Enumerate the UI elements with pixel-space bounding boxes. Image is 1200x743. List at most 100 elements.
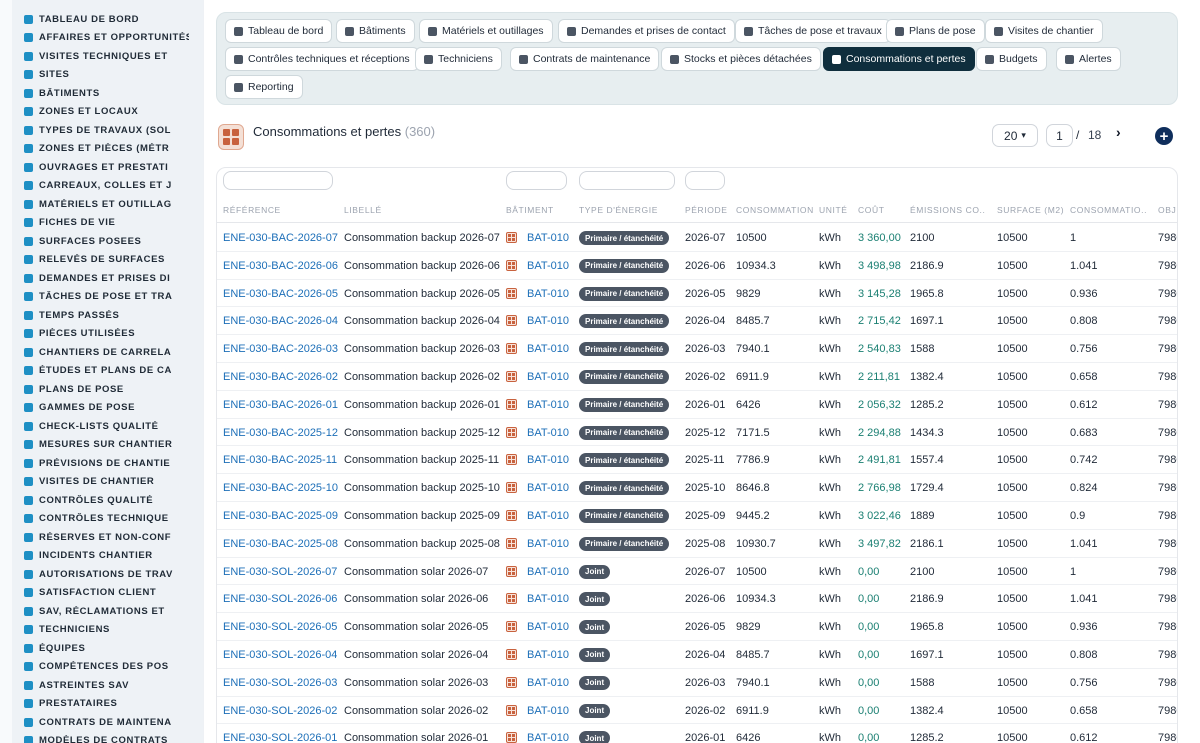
sidebar-item[interactable]: CONTRÔLES QUALITÉ (24, 491, 203, 510)
sidebar-item[interactable]: ÉQUIPES (24, 639, 203, 658)
tab[interactable]: Bâtiments (336, 19, 415, 43)
cell-building[interactable]: BAT-010 (527, 454, 569, 466)
sidebar-item[interactable]: PRÉVISIONS DE CHANTIE (24, 454, 203, 473)
cell-building[interactable]: BAT-010 (527, 371, 569, 383)
column-header[interactable]: BÂTIMENT (506, 205, 554, 215)
cell-ref[interactable]: ENE-030-BAC-2026-07 (223, 232, 338, 244)
sidebar-item[interactable]: SAV, RÉCLAMATIONS ET (24, 602, 203, 621)
table-row[interactable]: ENE-030-BAC-2026-04 Consommation backup 2… (217, 307, 1177, 336)
sidebar-item[interactable]: PLANS DE POSE (24, 380, 203, 399)
sidebar-item[interactable]: CHECK-LISTS QUALITÉ (24, 417, 203, 436)
tab[interactable]: Reporting (225, 75, 303, 99)
tab[interactable]: Plans de pose (886, 19, 985, 43)
sidebar-item[interactable]: TYPES DE TRAVAUX (SOL (24, 121, 203, 140)
tab[interactable]: Consommations et pertes (823, 47, 975, 71)
column-header[interactable]: UNITÉ (819, 205, 848, 215)
column-header[interactable]: OBJE (1158, 205, 1177, 215)
cell-ref[interactable]: ENE-030-SOL-2026-03 (223, 677, 337, 689)
table-row[interactable]: ENE-030-SOL-2026-02 Consommation solar 20… (217, 697, 1177, 725)
table-row[interactable]: ENE-030-BAC-2026-02 Consommation backup 2… (217, 363, 1177, 391)
cell-building[interactable]: BAT-010 (527, 649, 569, 661)
chevron-right-icon[interactable]: › (1116, 124, 1121, 140)
tab[interactable]: Alertes (1056, 47, 1121, 71)
sidebar-item[interactable]: PRESTATAIRES (24, 695, 203, 714)
column-header[interactable]: SURFACE (M2) (997, 205, 1064, 215)
table-row[interactable]: ENE-030-BAC-2025-11 Consommation backup 2… (217, 446, 1177, 475)
tab[interactable]: Techniciens (415, 47, 502, 71)
cell-ref[interactable]: ENE-030-BAC-2025-11 (223, 454, 337, 466)
cell-ref[interactable]: ENE-030-SOL-2026-02 (223, 705, 337, 717)
sidebar-item[interactable]: MATÉRIELS ET OUTILLAG (24, 195, 203, 214)
cell-ref[interactable]: ENE-030-BAC-2026-04 (223, 315, 338, 327)
filter-period-input[interactable] (685, 171, 725, 190)
filter-reference-input[interactable] (223, 171, 333, 190)
cell-ref[interactable]: ENE-030-BAC-2026-01 (223, 399, 338, 411)
sidebar-item[interactable]: CONTRATS DE MAINTENA (24, 713, 203, 732)
cell-ref[interactable]: ENE-030-BAC-2025-12 (223, 427, 338, 439)
tab[interactable]: Stocks et pièces détachées (661, 47, 821, 71)
cell-building[interactable]: BAT-010 (527, 315, 569, 327)
page-size-select[interactable]: 20 ▾ (992, 124, 1038, 147)
sidebar-item[interactable]: ZONES ET LOCAUX (24, 103, 203, 122)
column-header[interactable]: PÉRIODE (685, 205, 727, 215)
cell-building[interactable]: BAT-010 (527, 288, 569, 300)
column-header[interactable]: ÉMISSIONS CO... (910, 205, 986, 215)
sidebar-item[interactable]: VISITES DE CHANTIER (24, 473, 203, 492)
cell-ref[interactable]: ENE-030-SOL-2026-04 (223, 649, 337, 661)
sidebar-item[interactable]: ASTREINTES SAV (24, 676, 203, 695)
filter-energy-input[interactable] (579, 171, 675, 190)
cell-building[interactable]: BAT-010 (527, 260, 569, 272)
column-header[interactable]: CONSOMMATION (736, 205, 814, 215)
table-row[interactable]: ENE-030-BAC-2026-06 Consommation backup 2… (217, 252, 1177, 280)
tab[interactable]: Visites de chantier (985, 19, 1103, 43)
cell-building[interactable]: BAT-010 (527, 343, 569, 355)
sidebar-item[interactable]: TECHNICIENS (24, 621, 203, 640)
sidebar-item[interactable]: TÂCHES DE POSE ET TRA (24, 288, 203, 307)
table-row[interactable]: ENE-030-BAC-2026-03 Consommation backup 2… (217, 335, 1177, 363)
sidebar-item[interactable]: VISITES TECHNIQUES ET (24, 47, 203, 66)
sidebar-item[interactable]: CARREAUX, COLLES ET J (24, 177, 203, 196)
column-header[interactable]: CONSOMMATIO... (1070, 205, 1146, 215)
table-row[interactable]: ENE-030-BAC-2025-08 Consommation backup 2… (217, 530, 1177, 558)
cell-building[interactable]: BAT-010 (527, 482, 569, 494)
table-row[interactable]: ENE-030-BAC-2026-07 Consommation backup 2… (217, 224, 1177, 252)
cell-building[interactable]: BAT-010 (527, 566, 569, 578)
sidebar-item[interactable]: ZONES ET PIÈCES (MÉTR (24, 140, 203, 159)
cell-ref[interactable]: ENE-030-BAC-2025-08 (223, 538, 338, 550)
table-row[interactable]: ENE-030-BAC-2025-10 Consommation backup 2… (217, 474, 1177, 502)
cell-ref[interactable]: ENE-030-BAC-2026-03 (223, 343, 338, 355)
sidebar-item[interactable]: SITES (24, 66, 203, 85)
sidebar-item[interactable]: RÉSERVES ET NON-CONF (24, 528, 203, 547)
sidebar-item[interactable]: RELEVÉS DE SURFACES (24, 251, 203, 270)
sidebar-item[interactable]: CONTRÔLES TECHNIQUE (24, 510, 203, 529)
sidebar-item[interactable]: MODÈLES DE CONTRATS (24, 732, 203, 743)
tab[interactable]: Budgets (976, 47, 1047, 71)
tab[interactable]: Tableau de bord (225, 19, 333, 43)
sidebar-item[interactable]: TEMPS PASSÉS (24, 306, 203, 325)
cell-ref[interactable]: ENE-030-SOL-2026-05 (223, 621, 337, 633)
table-row[interactable]: ENE-030-BAC-2026-05 Consommation backup 2… (217, 280, 1177, 308)
column-header[interactable]: RÉFÉRENCE (223, 205, 281, 215)
sidebar-item[interactable]: AFFAIRES ET OPPORTUNITÉS (24, 29, 203, 48)
tab[interactable]: Contrôles techniques et réceptions (225, 47, 419, 71)
cell-ref[interactable]: ENE-030-BAC-2025-09 (223, 510, 338, 522)
plus-circle-icon[interactable]: + (1155, 127, 1173, 145)
tab[interactable]: Matériels et outillages (419, 19, 553, 43)
table-row[interactable]: ENE-030-SOL-2026-03 Consommation solar 20… (217, 669, 1177, 697)
table-row[interactable]: ENE-030-BAC-2025-12 Consommation backup 2… (217, 419, 1177, 447)
table-row[interactable]: ENE-030-SOL-2026-06 Consommation solar 20… (217, 585, 1177, 614)
sidebar-item[interactable]: TABLEAU DE BORD (24, 10, 203, 29)
cell-building[interactable]: BAT-010 (527, 705, 569, 717)
cell-ref[interactable]: ENE-030-BAC-2026-05 (223, 288, 338, 300)
tab[interactable]: Demandes et prises de contact (558, 19, 735, 43)
table-row[interactable]: ENE-030-SOL-2026-01 Consommation solar 20… (217, 724, 1177, 743)
tab[interactable]: Tâches de pose et travaux (735, 19, 891, 43)
column-header[interactable]: COÛT (858, 205, 884, 215)
sidebar-item[interactable]: OUVRAGES ET PRESTATI (24, 158, 203, 177)
cell-building[interactable]: BAT-010 (527, 593, 569, 605)
cell-building[interactable]: BAT-010 (527, 232, 569, 244)
sidebar-item[interactable]: INCIDENTS CHANTIER (24, 547, 203, 566)
cell-building[interactable]: BAT-010 (527, 510, 569, 522)
table-row[interactable]: ENE-030-SOL-2026-05 Consommation solar 20… (217, 613, 1177, 641)
cell-building[interactable]: BAT-010 (527, 538, 569, 550)
